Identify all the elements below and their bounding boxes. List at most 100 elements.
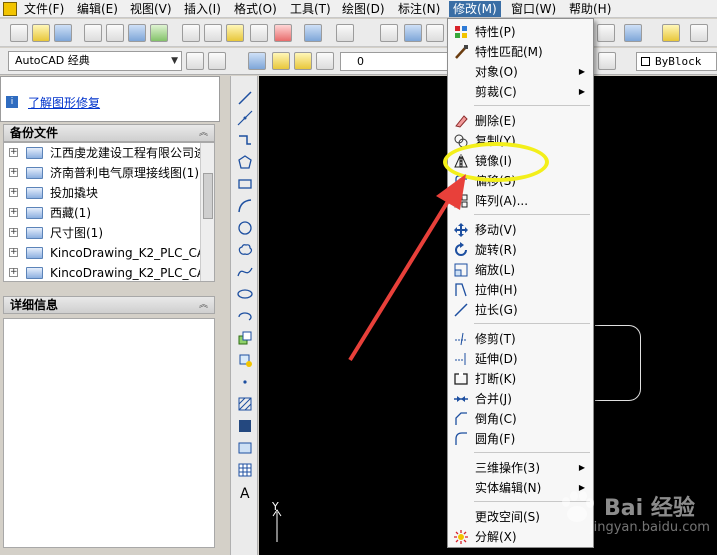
copy-clip-icon[interactable] [204,24,222,42]
menu-item-object[interactable]: 对象(O) ▶ [448,62,593,82]
tree-item[interactable]: + 江西虔龙建设工程有限公司途 [4,143,204,163]
workspace-toolbar: AutoCAD 经典 ▼ 0 ByBlock [0,48,717,75]
spline-icon[interactable] [237,264,253,280]
menu-tools[interactable]: 工具(T) [286,1,335,17]
match-prop-icon[interactable] [250,24,268,42]
layer-on-icon[interactable] [272,52,290,70]
tree-item[interactable]: + KincoDrawing_K2_PLC_CAD [4,243,204,263]
table-icon[interactable] [237,462,253,478]
menu-item-break[interactable]: 打断(K) [448,369,593,389]
menu-item-erase[interactable]: 删除(E) [448,111,593,131]
expand-icon[interactable]: + [9,188,18,197]
help-icon[interactable] [624,24,642,42]
rectangle-icon[interactable] [237,176,253,192]
expand-icon[interactable]: + [9,208,18,217]
layer-freeze-icon[interactable] [294,52,312,70]
workspace-select[interactable]: AutoCAD 经典 ▼ [8,51,182,71]
print-preview-icon[interactable] [106,24,124,42]
arc-icon[interactable] [237,198,253,214]
point-icon[interactable] [237,374,253,390]
menu-dimension[interactable]: 标注(N) [394,1,444,17]
make-block-icon[interactable] [237,352,253,368]
hatch-icon[interactable] [237,396,253,412]
undo-icon[interactable] [304,24,322,42]
learn-recovery-link[interactable]: 了解图形修复 [28,94,100,111]
circle-icon[interactable] [237,220,253,236]
expand-icon[interactable]: + [9,168,18,177]
layer-select[interactable]: 0 [340,52,448,71]
plot-icon[interactable] [150,24,168,42]
revcloud-icon[interactable] [237,242,253,258]
collapse-icon[interactable]: ︽ [199,125,208,141]
polyline-icon[interactable] [237,132,253,148]
tree-item[interactable]: + 投加撬块 [4,183,204,203]
menu-item-chamfer[interactable]: 倒角(C) [448,409,593,429]
ellipse-arc-icon[interactable] [237,308,253,324]
workspace-settings-icon[interactable] [186,52,204,70]
menu-separator [474,323,590,324]
collapse-icon[interactable]: ︽ [199,297,208,313]
expand-icon[interactable]: + [9,248,18,257]
save-icon[interactable] [54,24,72,42]
standard-toolbar [0,19,717,47]
layer-previous-icon[interactable] [598,52,616,70]
gradient-icon[interactable] [237,418,253,434]
menu-item-match-properties[interactable]: 特性匹配(M) [448,42,593,62]
paste-icon[interactable] [226,24,244,42]
menu-window[interactable]: 窗口(W) [507,1,560,17]
linetype-select[interactable]: ByBlock [636,52,717,71]
layer-properties-icon[interactable] [248,52,266,70]
print-icon[interactable] [84,24,102,42]
expand-icon[interactable]: + [9,228,18,237]
publish-icon[interactable] [128,24,146,42]
menu-view[interactable]: 视图(V) [126,1,176,17]
text-style-icon[interactable] [662,24,680,42]
details-header[interactable]: 详细信息 ︽ [3,296,215,314]
layer-manager-small-icon[interactable] [208,52,226,70]
menu-item-label: 延伸(D) [475,352,518,366]
ellipse-icon[interactable] [237,286,253,302]
expand-icon[interactable]: + [9,148,18,157]
tree-item[interactable]: + 济南普利电气原理接线图(1) [4,163,204,183]
polygon-icon[interactable] [237,154,253,170]
region-icon[interactable] [237,440,253,456]
new-file-icon[interactable] [10,24,28,42]
menu-help[interactable]: 帮助(H) [565,1,615,17]
zoom-realtime-icon[interactable] [404,24,422,42]
menu-item-3d-operations[interactable]: 三维操作(3) ▶ [448,458,593,478]
multiline-text-icon[interactable]: A [237,484,253,502]
line-tool-icon[interactable] [237,90,253,106]
menu-edit[interactable]: 编辑(E) [73,1,122,17]
autocad-app-icon[interactable] [3,2,17,16]
menu-format[interactable]: 格式(O) [230,1,281,17]
cut-icon[interactable] [182,24,200,42]
construction-line-icon[interactable] [237,110,253,126]
menu-modify[interactable]: 修改(M) [449,1,501,17]
open-file-icon[interactable] [32,24,50,42]
block-editor-icon[interactable] [274,24,292,42]
layer-lock-icon[interactable] [316,52,334,70]
submenu-arrow-icon: ▶ [578,87,585,96]
menu-item-fillet[interactable]: 圆角(F) [448,429,593,449]
tree-item[interactable]: + 西藏(1) [4,203,204,223]
expand-icon[interactable]: + [9,268,18,277]
pan-icon[interactable] [380,24,398,42]
dim-style-icon[interactable] [690,24,708,42]
svg-text:A: A [240,486,250,500]
menu-insert[interactable]: 插入(I) [180,1,225,17]
tree-scrollbar[interactable] [200,143,214,281]
backup-files-header[interactable]: 备份文件 ︽ [3,124,215,142]
menu-item-clip[interactable]: 剪裁(C) ▶ [448,82,593,102]
redo-icon[interactable] [336,24,354,42]
menu-separator [474,452,590,453]
insert-block-icon[interactable] [237,330,253,346]
zoom-window-icon[interactable] [426,24,444,42]
calculator-icon[interactable] [597,24,615,42]
menu-file[interactable]: 文件(F) [20,1,68,17]
tree-item[interactable]: + KincoDrawing_K2_PLC_CAD [4,263,204,281]
scroll-thumb[interactable] [203,173,213,219]
menu-item-join[interactable]: 合并(J) [448,389,593,409]
menu-draw[interactable]: 绘图(D) [338,1,389,17]
menu-item-properties[interactable]: 特性(P) [448,22,593,42]
tree-item[interactable]: + 尺寸图(1) [4,223,204,243]
